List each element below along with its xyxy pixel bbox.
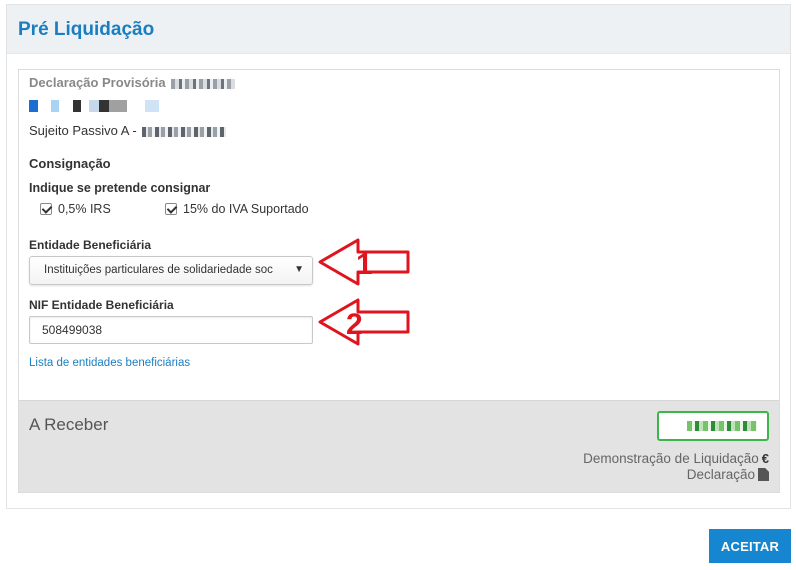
demonstracao-link[interactable]: Demonstração de Liquidação € (583, 451, 769, 466)
consignacao-title: Consignação (29, 156, 111, 171)
redacted-nif (142, 126, 227, 137)
checkbox-iva-label: 15% do IVA Suportado (183, 202, 309, 216)
annotation-number-2: 2 (346, 308, 363, 341)
annotation-arrow-1: 1 (318, 238, 410, 286)
entidade-label: Entidade Beneficiária (29, 238, 152, 252)
declaration-label: Declaração Provisória (29, 75, 166, 90)
declaracao-label: Declaração (686, 467, 755, 482)
document-icon (758, 468, 769, 481)
demonstracao-label: Demonstração de Liquidação (583, 451, 759, 466)
declaration-line: Declaração Provisória (29, 75, 236, 90)
nif-input[interactable]: 508499038 (29, 316, 313, 344)
sujeito-passivo-label: Sujeito Passivo A - (29, 123, 137, 138)
page-title: Pré Liquidação (18, 19, 155, 40)
nif-label: NIF Entidade Beneficiária (29, 298, 174, 312)
aceitar-button[interactable]: ACEITAR (709, 529, 791, 563)
nif-value: 508499038 (42, 323, 103, 337)
panel-header: Pré Liquidação (7, 5, 790, 54)
sujeito-passivo-line: Sujeito Passivo A - (29, 123, 227, 138)
receber-footer: A Receber Demonstração de Liquidação € D… (19, 400, 779, 492)
annotation-arrow-2: 2 (318, 298, 410, 346)
card-body: Declaração Provisória Sujeito Passivo A … (19, 70, 779, 401)
consignar-question: Indique se pretende consignar (29, 181, 211, 195)
chevron-down-icon[interactable]: ▼ (294, 264, 304, 275)
euro-icon: € (761, 451, 769, 466)
checkbox-irs-label: 0,5% IRS (58, 202, 111, 216)
checkbox-checked-icon[interactable] (165, 203, 177, 215)
checkbox-iva[interactable]: 15% do IVA Suportado (165, 202, 309, 216)
lista-entidades-link[interactable]: Lista de entidades beneficiárias (29, 357, 190, 369)
redacted-declaration-id (171, 78, 236, 89)
receber-label: A Receber (29, 415, 109, 434)
declaracao-link[interactable]: Declaração (687, 467, 769, 482)
annotation-number-1: 1 (356, 248, 373, 281)
entidade-select[interactable]: Instituições particulares de solidarieda… (29, 256, 313, 285)
entidade-selected-value: Instituições particulares de solidarieda… (44, 264, 273, 276)
checkbox-checked-icon[interactable] (40, 203, 52, 215)
amount-box (657, 411, 769, 441)
redacted-amount (687, 421, 757, 431)
checkbox-irs[interactable]: 0,5% IRS (40, 202, 111, 216)
redacted-taxpayer-name (29, 100, 194, 112)
